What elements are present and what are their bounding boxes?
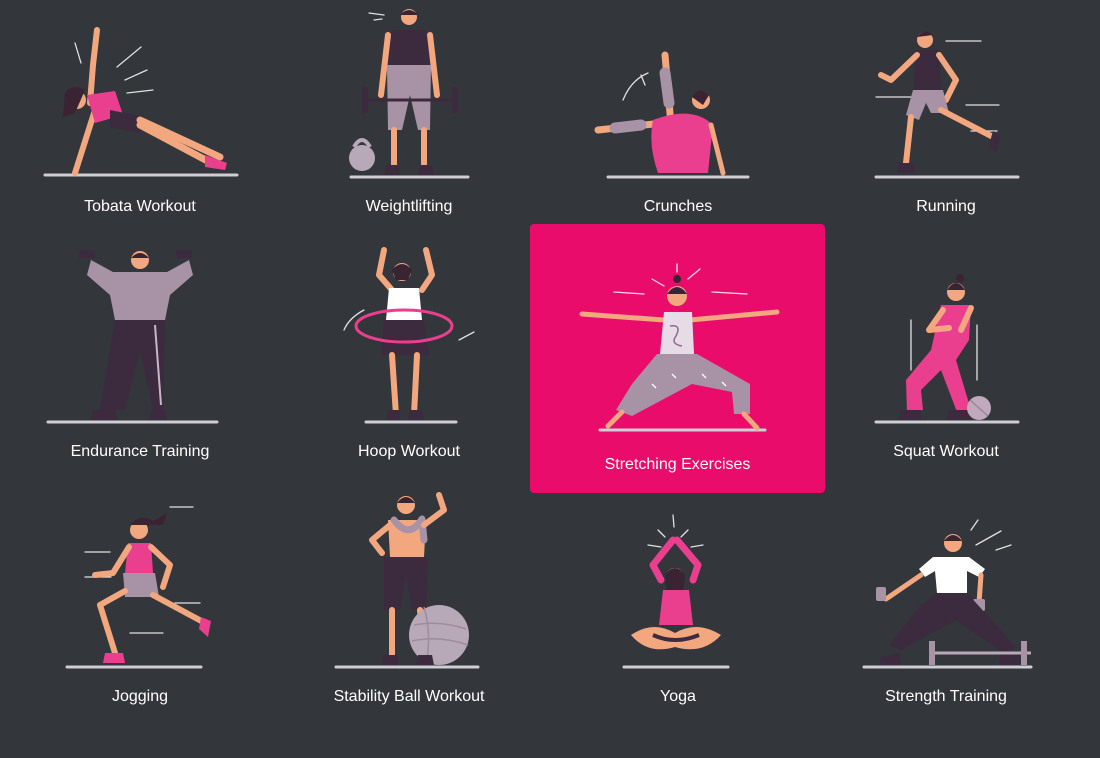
workout-card-stretching[interactable]: Stretching Exercises bbox=[530, 224, 825, 493]
workout-label: Yoga bbox=[660, 688, 696, 705]
workout-card-jogging[interactable]: Jogging bbox=[15, 495, 265, 720]
workout-card-endurance[interactable]: Endurance Training bbox=[15, 250, 265, 475]
workout-label: Stability Ball Workout bbox=[333, 688, 485, 705]
workout-label: Stretching Exercises bbox=[604, 456, 751, 473]
workout-card-crunches[interactable]: Crunches bbox=[553, 5, 803, 230]
workout-label: Tobata Workout bbox=[84, 198, 196, 215]
stability-ball-figure-icon bbox=[334, 492, 480, 669]
workout-label: Jogging bbox=[111, 688, 169, 705]
crunches-figure-icon bbox=[594, 51, 750, 179]
lunge-dumbbell-figure-icon bbox=[862, 519, 1033, 669]
workout-label: Crunches bbox=[643, 198, 713, 215]
workout-label: Running bbox=[916, 198, 976, 215]
running-figure-icon bbox=[874, 31, 1020, 179]
hula-hoop-figure-icon bbox=[343, 247, 475, 424]
workout-card-running[interactable]: Running bbox=[821, 5, 1071, 230]
workout-card-hoop[interactable]: Hoop Workout bbox=[284, 247, 534, 475]
workout-label: Weightlifting bbox=[365, 198, 453, 215]
squat-figure-icon bbox=[874, 274, 1020, 424]
workout-card-stability-ball[interactable]: Stability Ball Workout bbox=[284, 492, 534, 720]
jogging-figure-icon bbox=[65, 506, 211, 669]
warrior-stretch-figure-icon bbox=[579, 263, 780, 432]
workout-label: Strength Training bbox=[885, 688, 1007, 705]
workout-label: Endurance Training bbox=[70, 443, 210, 460]
workout-label: Hoop Workout bbox=[358, 443, 460, 460]
workout-card-tobata[interactable]: Tobata Workout bbox=[15, 5, 265, 230]
workout-card-yoga[interactable]: Yoga bbox=[553, 495, 803, 720]
workout-label: Squat Workout bbox=[893, 443, 999, 460]
side-plank-figure-icon bbox=[43, 27, 239, 177]
workout-card-weightlifting[interactable]: Weightlifting bbox=[284, 5, 534, 230]
barbell-lift-figure-icon bbox=[349, 9, 470, 179]
workout-card-strength[interactable]: Strength Training bbox=[821, 495, 1071, 720]
workout-card-squat[interactable]: Squat Workout bbox=[821, 250, 1071, 475]
dumbbell-press-figure-icon bbox=[46, 250, 219, 424]
workout-grid: Tobata Workout Weightlifting Crunches Ru… bbox=[0, 0, 1100, 758]
yoga-lotus-figure-icon bbox=[622, 514, 730, 669]
